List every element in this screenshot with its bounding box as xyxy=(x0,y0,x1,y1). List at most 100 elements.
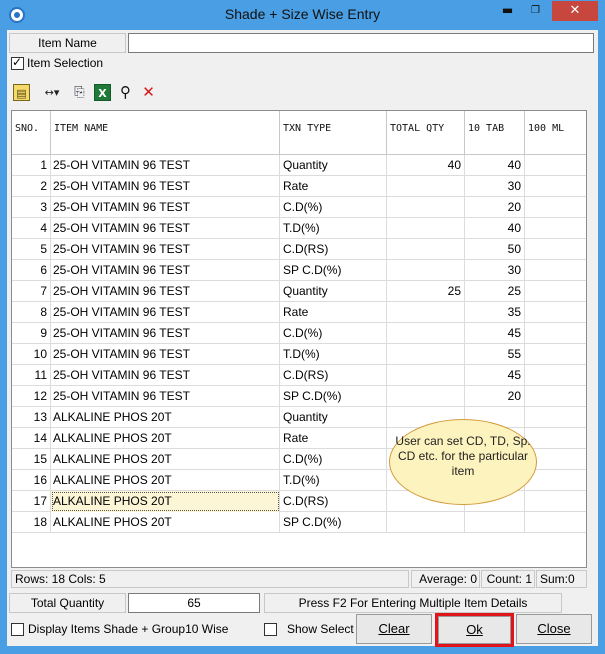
cell-item-name[interactable]: 25-OH VITAMIN 96 TEST xyxy=(51,365,280,386)
cell-txn-type[interactable]: Rate xyxy=(280,428,387,449)
cell-100-ml[interactable] xyxy=(525,323,586,344)
cell-10-tab[interactable] xyxy=(465,512,525,533)
find-icon[interactable]: ⚲ xyxy=(117,84,134,101)
cell-100-ml[interactable] xyxy=(525,365,586,386)
cell-10-tab[interactable]: 20 xyxy=(465,197,525,218)
cell-txn-type[interactable]: C.D(RS) xyxy=(280,239,387,260)
cell-10-tab[interactable]: 25 xyxy=(465,281,525,302)
cell-item-name[interactable]: ALKALINE PHOS 20T xyxy=(51,407,280,428)
cell-sno[interactable]: 16 xyxy=(12,470,51,491)
cell-sno[interactable]: 7 xyxy=(12,281,51,302)
cell-10-tab[interactable]: 45 xyxy=(465,323,525,344)
cell-100-ml[interactable] xyxy=(525,218,586,239)
close-button[interactable]: Close xyxy=(516,614,592,644)
cell-txn-type[interactable]: C.D(%) xyxy=(280,197,387,218)
cell-total-qty[interactable] xyxy=(387,197,465,218)
cell-sno[interactable]: 3 xyxy=(12,197,51,218)
excel-icon[interactable]: X xyxy=(94,84,111,101)
cell-item-name[interactable]: 25-OH VITAMIN 96 TEST xyxy=(51,344,280,365)
cell-10-tab[interactable]: 40 xyxy=(465,155,525,176)
cell-item-name[interactable]: 25-OH VITAMIN 96 TEST xyxy=(51,197,280,218)
cell-txn-type[interactable]: T.D(%) xyxy=(280,470,387,491)
col-header-total-qty[interactable]: TOTAL QTY xyxy=(387,111,465,155)
cell-sno[interactable]: 11 xyxy=(12,365,51,386)
table-row[interactable]: 11 25-OH VITAMIN 96 TEST C.D(RS) 45 xyxy=(12,365,586,386)
cell-item-name[interactable]: 25-OH VITAMIN 96 TEST xyxy=(51,239,280,260)
col-header-sno[interactable]: SNO. xyxy=(12,111,51,155)
cell-item-name[interactable]: 25-OH VITAMIN 96 TEST xyxy=(51,260,280,281)
cell-10-tab[interactable]: 30 xyxy=(465,176,525,197)
cell-sno[interactable]: 13 xyxy=(12,407,51,428)
cell-100-ml[interactable] xyxy=(525,428,586,449)
cell-total-qty[interactable] xyxy=(387,323,465,344)
table-row[interactable]: 8 25-OH VITAMIN 96 TEST Rate 35 xyxy=(12,302,586,323)
cell-sno[interactable]: 2 xyxy=(12,176,51,197)
cell-100-ml[interactable] xyxy=(525,281,586,302)
table-row[interactable]: 18 ALKALINE PHOS 20T SP C.D(%) xyxy=(12,512,586,533)
table-row[interactable]: 7 25-OH VITAMIN 96 TEST Quantity 25 25 xyxy=(12,281,586,302)
cell-txn-type[interactable]: C.D(RS) xyxy=(280,365,387,386)
item-name-input[interactable] xyxy=(128,33,594,53)
cell-txn-type[interactable]: SP C.D(%) xyxy=(280,260,387,281)
cell-sno[interactable]: 15 xyxy=(12,449,51,470)
close-window-button[interactable]: ✕ xyxy=(552,1,598,21)
cell-total-qty[interactable] xyxy=(387,365,465,386)
cell-txn-type[interactable]: Quantity xyxy=(280,281,387,302)
cell-total-qty[interactable]: 40 xyxy=(387,155,465,176)
table-row[interactable]: 4 25-OH VITAMIN 96 TEST T.D(%) 40 xyxy=(12,218,586,239)
cell-txn-type[interactable]: C.D(%) xyxy=(280,449,387,470)
cell-sno[interactable]: 12 xyxy=(12,386,51,407)
cell-10-tab[interactable]: 35 xyxy=(465,302,525,323)
clear-button[interactable]: Clear xyxy=(356,614,432,644)
cell-sno[interactable]: 1 xyxy=(12,155,51,176)
cell-txn-type[interactable]: SP C.D(%) xyxy=(280,512,387,533)
copy-icon[interactable]: ⎘ xyxy=(71,84,88,101)
col-header-item-name[interactable]: ITEM NAME xyxy=(51,111,280,155)
display-shade-checkbox[interactable] xyxy=(11,623,24,636)
cell-100-ml[interactable] xyxy=(525,302,586,323)
cell-sno[interactable]: 17 xyxy=(12,491,51,512)
cell-item-name[interactable]: ALKALINE PHOS 20T xyxy=(51,470,280,491)
cell-txn-type[interactable]: C.D(RS) xyxy=(280,491,387,512)
cell-100-ml[interactable] xyxy=(525,239,586,260)
cell-item-name[interactable]: ALKALINE PHOS 20T xyxy=(51,512,280,533)
item-selection-checkbox[interactable] xyxy=(11,55,24,70)
minimize-button[interactable]: ▬ xyxy=(494,1,521,21)
cell-item-name[interactable]: 25-OH VITAMIN 96 TEST xyxy=(51,302,280,323)
cell-10-tab[interactable]: 20 xyxy=(465,386,525,407)
cell-100-ml[interactable] xyxy=(525,386,586,407)
cell-txn-type[interactable]: Quantity xyxy=(280,155,387,176)
cell-total-qty[interactable] xyxy=(387,239,465,260)
cell-10-tab[interactable]: 50 xyxy=(465,239,525,260)
cell-sno[interactable]: 9 xyxy=(12,323,51,344)
maximize-button[interactable]: ❐ xyxy=(522,1,549,21)
cell-total-qty[interactable] xyxy=(387,512,465,533)
col-header-100-ml[interactable]: 100 ML xyxy=(525,111,586,155)
cell-txn-type[interactable]: C.D(%) xyxy=(280,323,387,344)
cell-sno[interactable]: 6 xyxy=(12,260,51,281)
ok-button[interactable]: Ok xyxy=(438,616,511,644)
cell-total-qty[interactable] xyxy=(387,176,465,197)
cell-100-ml[interactable] xyxy=(525,491,586,512)
cell-100-ml[interactable] xyxy=(525,512,586,533)
table-row[interactable]: 3 25-OH VITAMIN 96 TEST C.D(%) 20 xyxy=(12,197,586,218)
table-row[interactable]: 1 25-OH VITAMIN 96 TEST Quantity 40 40 xyxy=(12,155,586,176)
cell-sno[interactable]: 10 xyxy=(12,344,51,365)
cell-total-qty[interactable] xyxy=(387,260,465,281)
table-row[interactable]: 5 25-OH VITAMIN 96 TEST C.D(RS) 50 xyxy=(12,239,586,260)
cell-item-name[interactable]: ALKALINE PHOS 20T xyxy=(51,449,280,470)
show-select-checkbox[interactable] xyxy=(264,623,277,636)
save-icon[interactable]: ▤ xyxy=(13,84,30,101)
table-row[interactable]: 6 25-OH VITAMIN 96 TEST SP C.D(%) 30 xyxy=(12,260,586,281)
cell-total-qty[interactable] xyxy=(387,344,465,365)
cell-sno[interactable]: 5 xyxy=(12,239,51,260)
table-row[interactable]: 9 25-OH VITAMIN 96 TEST C.D(%) 45 xyxy=(12,323,586,344)
cell-100-ml[interactable] xyxy=(525,155,586,176)
cell-txn-type[interactable]: Rate xyxy=(280,176,387,197)
cell-10-tab[interactable]: 30 xyxy=(465,260,525,281)
cell-txn-type[interactable]: SP C.D(%) xyxy=(280,386,387,407)
table-row[interactable]: 12 25-OH VITAMIN 96 TEST SP C.D(%) 20 xyxy=(12,386,586,407)
cell-sno[interactable]: 4 xyxy=(12,218,51,239)
cell-100-ml[interactable] xyxy=(525,407,586,428)
cell-item-name[interactable]: 25-OH VITAMIN 96 TEST xyxy=(51,323,280,344)
